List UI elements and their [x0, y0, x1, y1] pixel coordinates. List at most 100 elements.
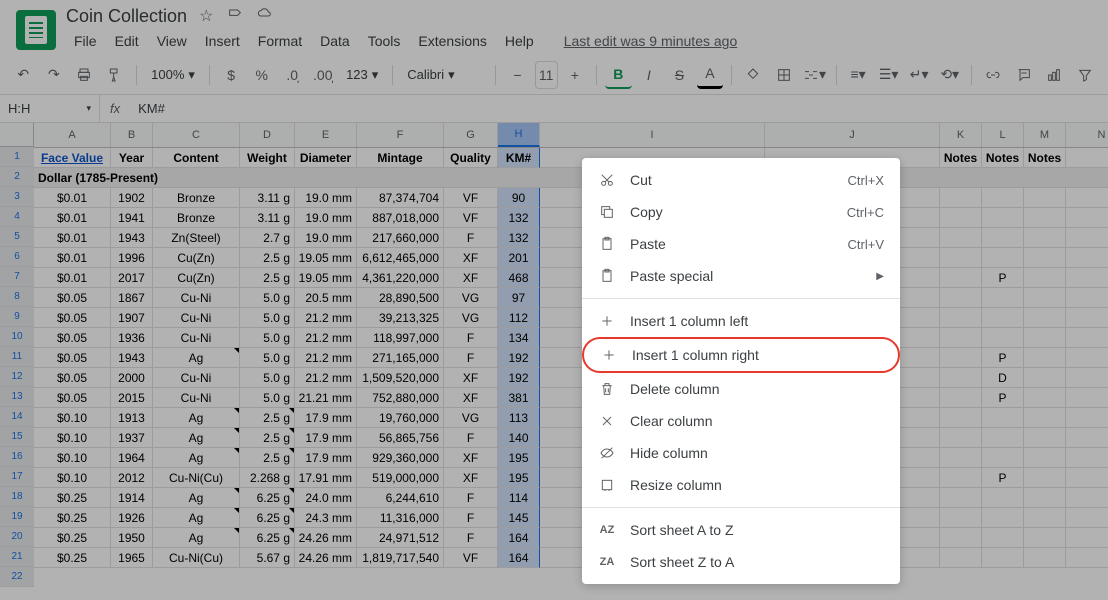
cell[interactable] — [1024, 508, 1066, 528]
row-header[interactable]: 16 — [0, 447, 34, 467]
cell[interactable] — [940, 328, 982, 348]
cell[interactable]: 1965 — [111, 548, 153, 568]
cell[interactable]: XF — [444, 268, 498, 288]
cell[interactable] — [1024, 288, 1066, 308]
context-item-insert-1-column-right[interactable]: Insert 1 column right — [582, 337, 900, 373]
context-item-clear-column[interactable]: Clear column — [582, 405, 900, 437]
row-header[interactable]: 7 — [0, 267, 34, 287]
cell[interactable]: 19,760,000 — [357, 408, 444, 428]
context-item-copy[interactable]: CopyCtrl+C — [582, 196, 900, 228]
header-cell[interactable]: Quality — [444, 148, 498, 168]
cell[interactable]: $0.25 — [34, 528, 111, 548]
cell[interactable] — [982, 528, 1024, 548]
cell[interactable]: VF — [444, 188, 498, 208]
cell[interactable] — [1024, 428, 1066, 448]
rotate-button[interactable]: ⟲▾ — [936, 61, 963, 89]
filter-button[interactable] — [1072, 61, 1099, 89]
cell[interactable]: 519,000,000 — [357, 468, 444, 488]
cell[interactable] — [1024, 228, 1066, 248]
menu-help[interactable]: Help — [497, 29, 542, 53]
row-header[interactable]: 3 — [0, 187, 34, 207]
row-header[interactable]: 6 — [0, 247, 34, 267]
cell[interactable] — [982, 208, 1024, 228]
cell[interactable]: Ag — [153, 408, 240, 428]
cell[interactable]: 2.7 g — [240, 228, 295, 248]
cell[interactable]: Ag — [153, 508, 240, 528]
row-header[interactable]: 15 — [0, 427, 34, 447]
cell[interactable] — [1024, 548, 1066, 568]
cell[interactable]: 1913 — [111, 408, 153, 428]
column-header-E[interactable]: E — [295, 123, 357, 147]
row-header[interactable]: 2 — [0, 167, 34, 187]
cell[interactable]: Ag — [153, 348, 240, 368]
cell[interactable]: XF — [444, 388, 498, 408]
cell[interactable] — [940, 348, 982, 368]
grid[interactable]: Face ValueYearContentWeightDiameterMinta… — [34, 148, 1108, 568]
decrease-decimal-button[interactable]: .0̩ — [279, 61, 306, 89]
cell[interactable]: 113 — [498, 408, 540, 428]
row-header[interactable]: 18 — [0, 487, 34, 507]
cell[interactable]: 90 — [498, 188, 540, 208]
context-item-paste[interactable]: PasteCtrl+V — [582, 228, 900, 260]
cell[interactable]: 1943 — [111, 228, 153, 248]
cell[interactable]: 24,971,512 — [357, 528, 444, 548]
cell[interactable]: 19.0 mm — [295, 228, 357, 248]
cell[interactable] — [1066, 508, 1108, 528]
row-header[interactable]: 21 — [0, 547, 34, 567]
column-header-K[interactable]: K — [940, 123, 982, 147]
menu-tools[interactable]: Tools — [360, 29, 409, 53]
cell[interactable]: Ag — [153, 528, 240, 548]
header-cell[interactable]: Diameter — [295, 148, 357, 168]
header-cell[interactable]: Mintage — [357, 148, 444, 168]
cell[interactable] — [1066, 388, 1108, 408]
cell[interactable]: $0.10 — [34, 428, 111, 448]
select-all-corner[interactable] — [0, 123, 34, 147]
borders-button[interactable] — [771, 61, 798, 89]
cell[interactable]: XF — [444, 448, 498, 468]
menu-extensions[interactable]: Extensions — [410, 29, 494, 53]
row-header[interactable]: 11 — [0, 347, 34, 367]
cell[interactable]: 192 — [498, 348, 540, 368]
cell[interactable]: VG — [444, 408, 498, 428]
cell[interactable]: 132 — [498, 228, 540, 248]
cell[interactable]: 19.05 mm — [295, 248, 357, 268]
cell[interactable] — [1024, 488, 1066, 508]
context-item-hide-column[interactable]: Hide column — [582, 437, 900, 469]
header-cell[interactable]: Content — [153, 148, 240, 168]
cell[interactable]: 5.67 g — [240, 548, 295, 568]
percent-button[interactable]: % — [248, 61, 275, 89]
cell[interactable]: 6.25 g — [240, 528, 295, 548]
cell[interactable] — [1066, 248, 1108, 268]
increase-decimal-button[interactable]: .00̩ — [310, 61, 337, 89]
cell[interactable] — [1066, 328, 1108, 348]
cell[interactable]: 4,361,220,000 — [357, 268, 444, 288]
cell[interactable]: 24.26 mm — [295, 548, 357, 568]
cell[interactable]: 2000 — [111, 368, 153, 388]
header-cell[interactable]: KM# — [498, 148, 540, 168]
cell[interactable]: 1914 — [111, 488, 153, 508]
cell[interactable] — [1024, 308, 1066, 328]
bold-button[interactable]: B — [605, 61, 632, 89]
cell[interactable]: 5.0 g — [240, 348, 295, 368]
cell[interactable]: 56,865,756 — [357, 428, 444, 448]
last-edit-link[interactable]: Last edit was 9 minutes ago — [556, 29, 746, 53]
cell[interactable]: 134 — [498, 328, 540, 348]
cell[interactable] — [982, 288, 1024, 308]
cell[interactable]: $0.01 — [34, 268, 111, 288]
cell[interactable]: 164 — [498, 528, 540, 548]
cell[interactable] — [1066, 348, 1108, 368]
cell[interactable]: 201 — [498, 248, 540, 268]
header-cell[interactable]: Weight — [240, 148, 295, 168]
comment-button[interactable] — [1010, 61, 1037, 89]
cell[interactable] — [940, 288, 982, 308]
zoom-select[interactable]: 100% ▾ — [145, 63, 201, 87]
font-select[interactable]: Calibri ▾ — [401, 63, 487, 87]
cell[interactable]: F — [444, 228, 498, 248]
cell[interactable]: 21.21 mm — [295, 388, 357, 408]
row-header[interactable]: 9 — [0, 307, 34, 327]
cell[interactable]: 140 — [498, 428, 540, 448]
row-header[interactable]: 1 — [0, 147, 34, 167]
cell[interactable]: F — [444, 508, 498, 528]
context-item-paste-special[interactable]: Paste special▶ — [582, 260, 900, 292]
menu-insert[interactable]: Insert — [197, 29, 248, 53]
